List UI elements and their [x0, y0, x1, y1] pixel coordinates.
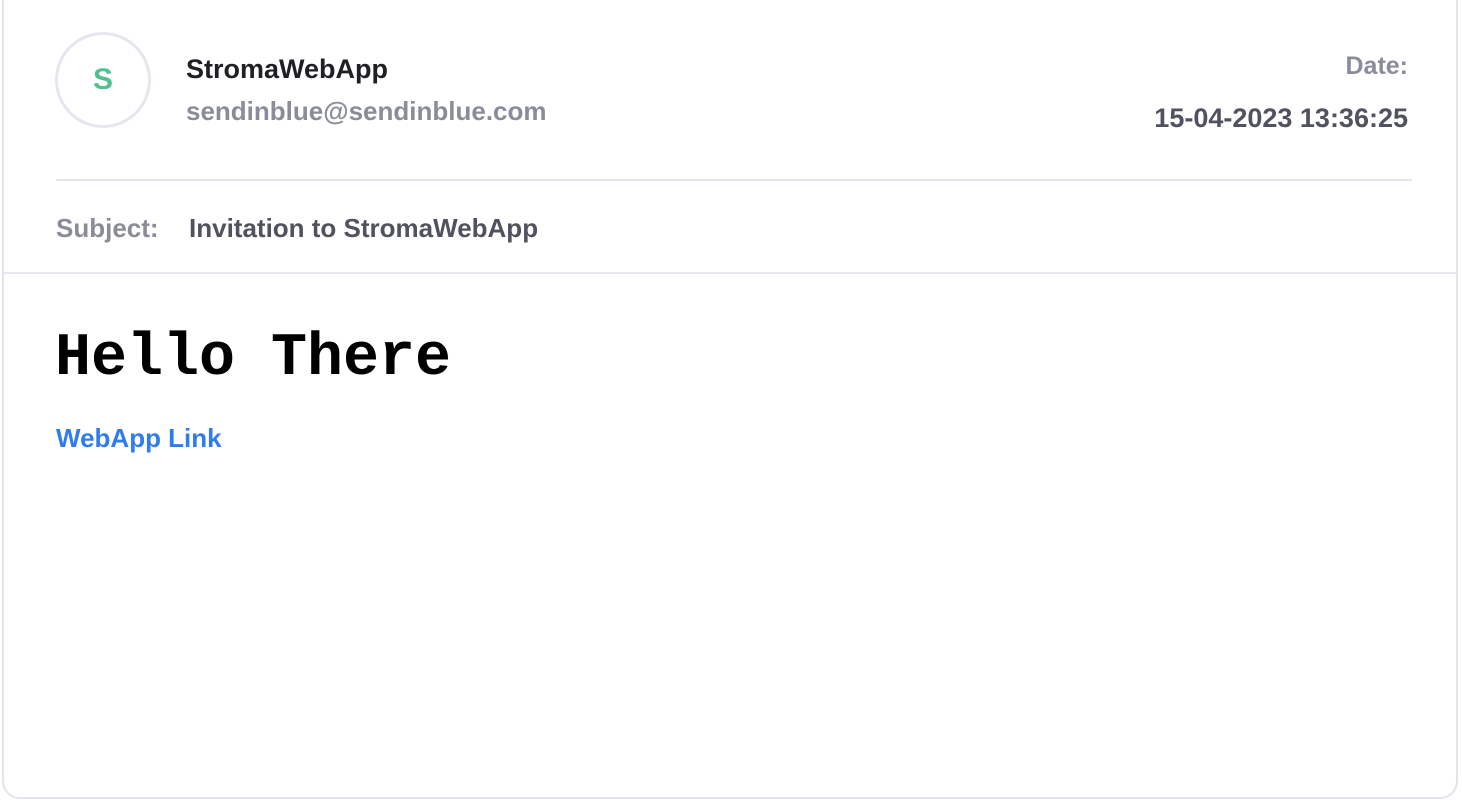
sender-email: sendinblue@sendinblue.com	[186, 96, 547, 126]
email-preview-card: S StromaWebApp sendinblue@sendinblue.com…	[2, 0, 1458, 799]
email-body-heading: Hello There	[55, 325, 452, 393]
webapp-link[interactable]: WebApp Link	[56, 423, 222, 454]
avatar: S	[55, 32, 151, 128]
date-label: Date:	[1345, 52, 1408, 80]
header-divider	[56, 179, 1412, 181]
email-header: S StromaWebApp sendinblue@sendinblue.com…	[4, 0, 1456, 274]
avatar-initial: S	[92, 63, 113, 96]
subject-label: Subject:	[56, 213, 159, 243]
subject-value: Invitation to StromaWebApp	[189, 213, 539, 243]
sender-name: StromaWebApp	[186, 54, 389, 84]
date-value: 15-04-2023 13:36:25	[1154, 103, 1408, 133]
